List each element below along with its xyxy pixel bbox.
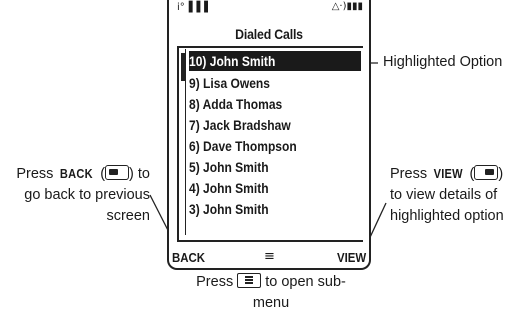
view-callout-line3: highlighted option [390, 208, 504, 224]
list-item[interactable]: 8) Adda Thomas [189, 94, 337, 114]
menu-indicator-icon[interactable]: ≡ [264, 249, 275, 264]
menu-callout: Press to open sub- menu [186, 272, 356, 314]
dialed-calls-list: 10) John Smith 9) Lisa Owens 8) Adda Tho… [177, 46, 363, 242]
view-keyword: VIEW [433, 166, 463, 181]
list-item[interactable]: 5) John Smith [189, 157, 337, 177]
signal-strength-icon: i°▐▐▐ [177, 2, 208, 13]
battery-icon: △·)▮▮▮ [331, 1, 363, 12]
menu-callout-line1: Press to open sub- [196, 273, 346, 290]
view-callout: Press VIEW () to view details of highlig… [390, 163, 504, 227]
back-keyword: BACK [60, 166, 94, 181]
list-item[interactable]: 4) John Smith [189, 178, 337, 198]
screen-title: Dialed Calls [235, 26, 303, 42]
list-item[interactable]: 9) Lisa Owens [189, 73, 337, 93]
back-callout: Press BACK () to go back to previous scr… [16, 163, 150, 227]
list-item-highlighted[interactable]: 10) John Smith [189, 51, 361, 71]
view-softkey[interactable]: VIEW [337, 250, 366, 265]
menu-callout-line2: menu [252, 295, 290, 311]
scrollbar[interactable] [180, 49, 186, 235]
back-callout-line3: screen [106, 208, 150, 224]
menu-key-icon [237, 273, 262, 288]
view-callout-line2: to view details of [390, 187, 498, 203]
list-item[interactable]: 3) John Smith [189, 199, 337, 219]
scrollbar-thumb[interactable] [181, 53, 186, 81]
view-callout-line1: Press VIEW () [390, 163, 504, 185]
back-callout-line2: go back to previous [24, 187, 150, 203]
back-callout-line1: Press BACK () to [16, 163, 150, 185]
left-softkey-icon [105, 165, 130, 180]
phone-screen: i°▐▐▐ △·)▮▮▮ Dialed Calls 10) John Smith… [167, 0, 371, 270]
highlighted-option-label: Highlighted Option [383, 54, 503, 70]
right-softkey-icon [474, 165, 499, 180]
back-softkey[interactable]: BACK [172, 250, 205, 265]
list-item[interactable]: 6) Dave Thompson [189, 136, 337, 156]
list-item[interactable]: 7) Jack Bradshaw [189, 115, 337, 135]
